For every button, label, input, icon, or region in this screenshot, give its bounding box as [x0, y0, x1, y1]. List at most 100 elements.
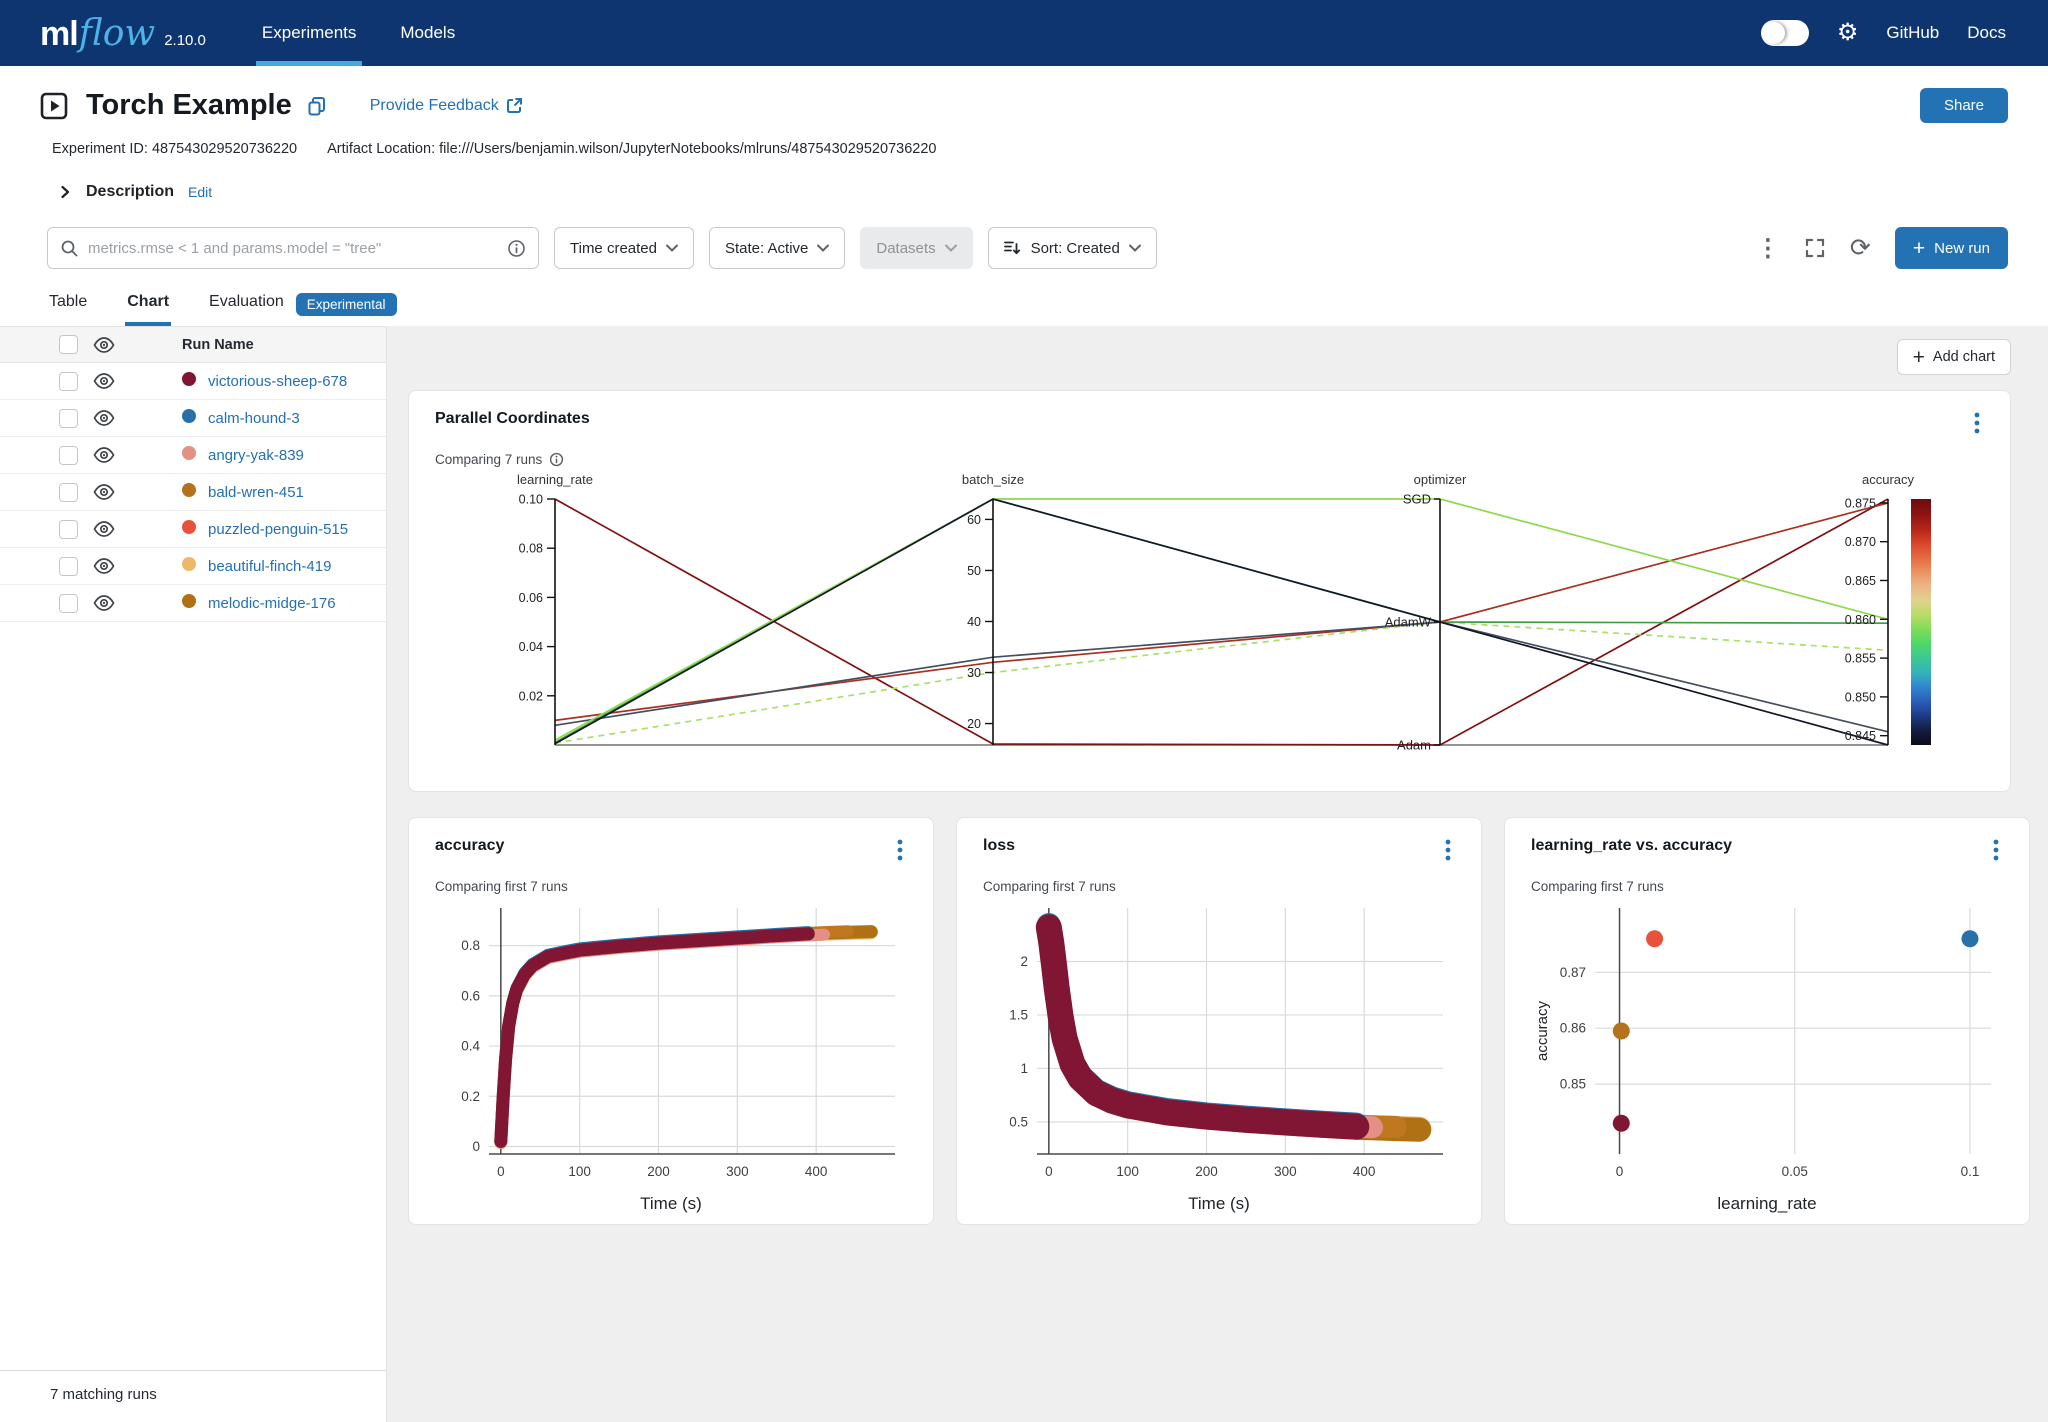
svg-text:50: 50: [967, 564, 981, 578]
chart-menu-icon[interactable]: [893, 837, 907, 868]
visibility-eye-icon[interactable]: [78, 595, 130, 611]
svg-text:batch_size: batch_size: [962, 472, 1024, 487]
x-axis-label: Time (s): [983, 1194, 1455, 1214]
visibility-eye-icon[interactable]: [78, 410, 130, 426]
top-navbar: ml flow 2.10.0 Experiments Models ⚙ GitH…: [0, 0, 2048, 66]
copy-icon[interactable]: [306, 95, 328, 117]
description-edit-link[interactable]: Edit: [188, 184, 212, 200]
run-name-link[interactable]: angry-yak-839: [208, 447, 304, 464]
svg-text:300: 300: [1274, 1164, 1297, 1179]
chart-menu-icon[interactable]: [1989, 837, 2003, 868]
svg-text:learning_rate: learning_rate: [517, 472, 593, 487]
charts-panel: + Add chart Parallel Coordinates Compari…: [387, 326, 2048, 1422]
series-victorious-sheep-678[interactable]: [1049, 927, 1357, 1126]
visibility-eye-icon[interactable]: [78, 484, 130, 500]
run-checkbox[interactable]: [59, 520, 78, 539]
theme-toggle[interactable]: [1761, 20, 1809, 46]
add-chart-button[interactable]: + Add chart: [1897, 339, 2011, 375]
svg-text:0: 0: [1616, 1164, 1624, 1179]
svg-text:0: 0: [497, 1164, 505, 1179]
parallel-coordinates-plot[interactable]: learning_rate0.020.040.060.080.10batch_s…: [435, 471, 1984, 771]
visibility-all-icon[interactable]: [78, 337, 130, 353]
svg-text:0.5: 0.5: [1009, 1114, 1028, 1129]
refresh-icon[interactable]: ⟳: [1850, 233, 1871, 263]
svg-text:30: 30: [967, 666, 981, 680]
artifact-location: Artifact Location: file:///Users/benjami…: [327, 141, 936, 157]
svg-text:0.05: 0.05: [1782, 1164, 1808, 1179]
loss-chart-card: loss Comparing first 7 runs 0.511.520100…: [956, 817, 1482, 1225]
nav-item-experiments[interactable]: Experiments: [262, 0, 356, 66]
svg-text:0.85: 0.85: [1560, 1077, 1586, 1092]
chart-title: learning_rate vs. accuracy: [1531, 837, 1732, 855]
run-checkbox[interactable]: [59, 594, 78, 613]
run-checkbox[interactable]: [59, 557, 78, 576]
visibility-eye-icon[interactable]: [78, 521, 130, 537]
scatter-point-victorious-sheep-678[interactable]: [1613, 1115, 1630, 1132]
parcoords-line-melodic-midge-176[interactable]: [555, 499, 1888, 740]
scatter-plot[interactable]: 0.850.860.8700.050.1accuracy: [1531, 898, 2003, 1190]
chart-menu-icon[interactable]: [1441, 837, 1455, 868]
tab-evaluation[interactable]: Evaluation: [207, 293, 286, 326]
description-label: Description: [86, 183, 174, 201]
tab-chart[interactable]: Chart: [125, 293, 171, 326]
accuracy-plot[interactable]: 00.20.40.60.80100200300400: [435, 898, 907, 1190]
chevron-down-icon: [945, 244, 957, 252]
chevron-right-icon[interactable]: [58, 185, 72, 199]
run-name-link[interactable]: calm-hound-3: [208, 410, 300, 427]
visibility-eye-icon[interactable]: [78, 558, 130, 574]
gear-icon[interactable]: ⚙: [1837, 21, 1859, 45]
experiment-meta: Experiment ID: 487543029520736220 Artifa…: [52, 141, 2008, 157]
filter-datasets[interactable]: Datasets: [860, 227, 972, 269]
scatter-point-calm-hound-3[interactable]: [1961, 930, 1978, 947]
filter-time-created[interactable]: Time created: [554, 227, 694, 269]
experiment-id: Experiment ID: 487543029520736220: [52, 141, 297, 157]
run-name-link[interactable]: melodic-midge-176: [208, 595, 336, 612]
run-row: calm-hound-3: [0, 400, 386, 437]
run-row: beautiful-finch-419: [0, 548, 386, 585]
run-name-link[interactable]: beautiful-finch-419: [208, 558, 331, 575]
info-icon[interactable]: [549, 452, 564, 467]
nav-item-models[interactable]: Models: [400, 0, 455, 66]
tab-table[interactable]: Table: [47, 293, 89, 326]
run-row: victorious-sheep-678: [0, 363, 386, 400]
svg-text:0.850: 0.850: [1845, 690, 1876, 704]
matching-runs-count: 7 matching runs: [0, 1370, 386, 1422]
search-input[interactable]: [88, 240, 498, 257]
page-header: Torch Example Provide Feedback Share Exp…: [0, 66, 2048, 326]
chart-menu-icon[interactable]: [1970, 410, 1984, 441]
share-button[interactable]: Share: [1920, 88, 2008, 123]
run-checkbox[interactable]: [59, 446, 78, 465]
scatter-point-puzzled-penguin-515[interactable]: [1646, 930, 1663, 947]
fullscreen-icon[interactable]: [1804, 237, 1826, 259]
run-checkbox[interactable]: [59, 409, 78, 428]
select-all-checkbox[interactable]: [59, 335, 78, 354]
run-name-link[interactable]: bald-wren-451: [208, 484, 304, 501]
parcoords-line-beautiful-finch-419[interactable]: [555, 622, 1888, 732]
visibility-eye-icon[interactable]: [78, 373, 130, 389]
chart-subtitle: Comparing first 7 runs: [983, 879, 1116, 894]
scatter-point-bald-wren-451[interactable]: [1613, 1023, 1630, 1040]
new-run-button[interactable]: + New run: [1895, 227, 2008, 269]
run-checkbox[interactable]: [59, 372, 78, 391]
visibility-eye-icon[interactable]: [78, 447, 130, 463]
sort-button[interactable]: Sort: Created: [988, 227, 1157, 269]
run-name-link[interactable]: puzzled-penguin-515: [208, 521, 348, 538]
navbar-right: ⚙ GitHub Docs: [1761, 20, 2006, 46]
nav-link-docs[interactable]: Docs: [1967, 23, 2006, 43]
chevron-down-icon: [817, 244, 829, 252]
nav-link-github[interactable]: GitHub: [1886, 23, 1939, 43]
parcoords-line-bald-wren-451[interactable]: [555, 499, 1888, 743]
series-angry-yak-839[interactable]: [501, 935, 824, 1143]
svg-text:0.875: 0.875: [1845, 496, 1876, 510]
filter-state[interactable]: State: Active: [709, 227, 845, 269]
y-axis-label: accuracy: [1534, 1000, 1551, 1061]
run-name-link[interactable]: victorious-sheep-678: [208, 373, 347, 390]
mlflow-logo[interactable]: ml flow 2.10.0: [40, 13, 206, 54]
info-icon[interactable]: [507, 239, 526, 258]
parallel-coordinates-card: Parallel Coordinates Comparing 7 runs le…: [408, 390, 2011, 792]
loss-plot[interactable]: 0.511.520100200300400: [983, 898, 1455, 1190]
provide-feedback-link[interactable]: Provide Feedback: [370, 97, 523, 115]
run-checkbox[interactable]: [59, 483, 78, 502]
more-options-icon[interactable]: ⋮: [1756, 234, 1780, 263]
chevron-down-icon: [666, 244, 678, 252]
